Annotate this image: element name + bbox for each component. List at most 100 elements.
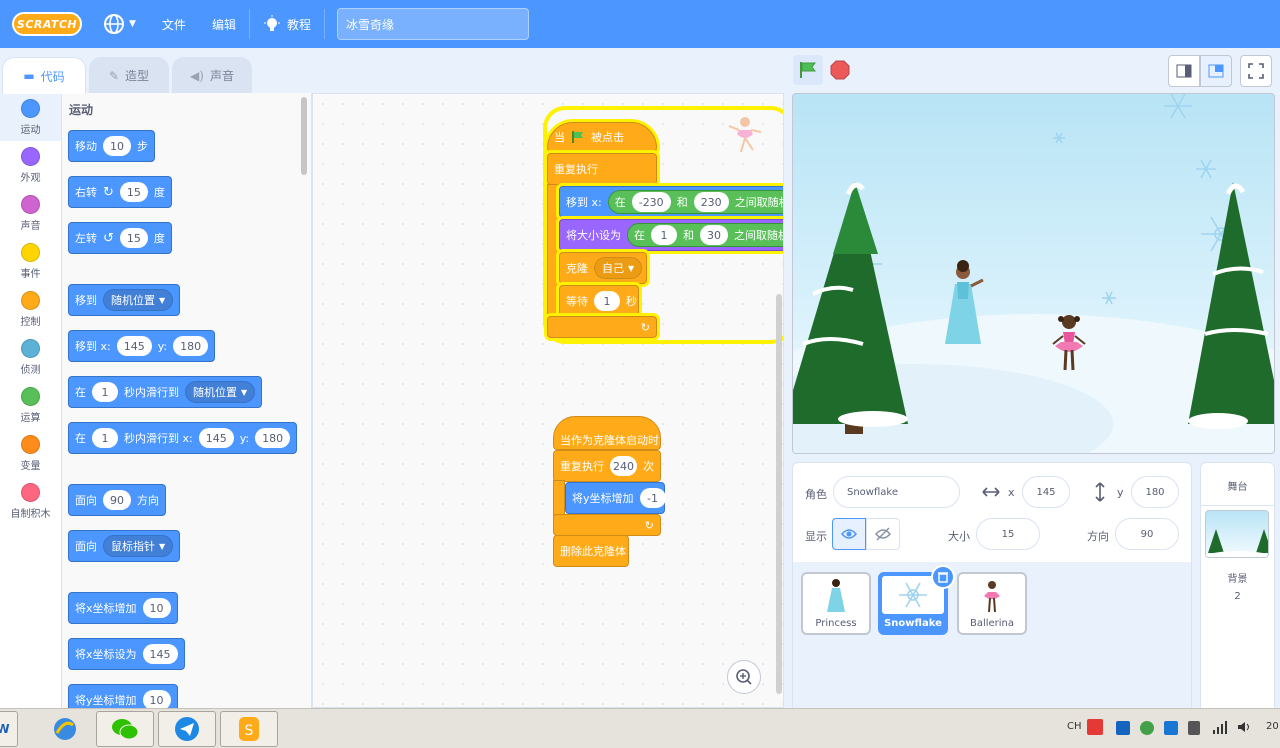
block-input[interactable]: -1 <box>639 488 666 508</box>
show-hidden-button[interactable] <box>866 518 900 550</box>
category-motion[interactable]: 运动 <box>0 93 61 141</box>
category-sound[interactable]: 声音 <box>0 189 61 237</box>
stop-button[interactable] <box>825 55 855 85</box>
category-events[interactable]: 事件 <box>0 237 61 285</box>
y-input[interactable]: 180 <box>1131 476 1179 508</box>
sprite-name-input[interactable]: Snowflake <box>833 476 960 508</box>
set-size-block[interactable]: 将大小设为 在 1 和 30 之间取随机数 <box>559 219 783 251</box>
block-turn-right[interactable]: 右转 ↻ 15 度 <box>68 176 172 208</box>
block-input[interactable]: 240 <box>610 456 637 476</box>
small-stage-button[interactable] <box>1168 55 1200 87</box>
wait-block[interactable]: 等待 1 秒 <box>559 285 639 317</box>
block-move-steps[interactable]: 移动 10 步 <box>68 130 155 162</box>
block-input[interactable]: 1 <box>92 382 118 402</box>
tray-app-icon[interactable] <box>1116 721 1130 735</box>
block-input[interactable]: 180 <box>255 428 291 448</box>
taskbar-app-wechat[interactable] <box>96 711 154 747</box>
forever-block[interactable]: 重复执行 <box>547 153 657 185</box>
usb-tray-icon[interactable] <box>1188 721 1200 735</box>
block-glide[interactable]: 在 1 秒内滑行到 随机位置 ▼ <box>68 376 263 408</box>
block-input[interactable]: 145 <box>198 428 234 448</box>
tab-sounds[interactable]: ◀) 声音 <box>172 57 252 93</box>
repeat-block[interactable]: 重复执行 240 次 <box>553 450 661 482</box>
block-goto[interactable]: 移到 随机位置 ▼ <box>68 284 181 316</box>
script-area-scrollbar[interactable] <box>776 294 782 694</box>
block-set-x[interactable]: 将x坐标设为 145 <box>68 638 185 670</box>
category-looks[interactable]: 外观 <box>0 141 61 189</box>
category-control[interactable]: 控制 <box>0 285 61 333</box>
delete-sprite-button[interactable] <box>931 565 955 589</box>
ime-indicator[interactable]: CH <box>1067 721 1082 732</box>
palette-scrollbar[interactable] <box>301 97 307 175</box>
glide-dropdown[interactable]: 随机位置 ▼ <box>185 381 256 403</box>
block-input[interactable]: 10 <box>142 690 171 708</box>
show-visible-button[interactable] <box>832 518 866 550</box>
taskbar-app-edge[interactable]: W <box>0 711 18 747</box>
network-icon[interactable] <box>1212 719 1228 738</box>
project-title-input[interactable]: 冰雪奇缘 <box>336 8 529 40</box>
random-operator[interactable]: 在 -230 和 230 之间取随机数 <box>607 190 783 214</box>
x-input[interactable]: 145 <box>1022 476 1070 508</box>
block-input[interactable]: 1 <box>651 225 677 245</box>
block-input[interactable]: 10 <box>103 136 131 156</box>
large-stage-button[interactable] <box>1200 55 1232 87</box>
random-operator[interactable]: 在 1 和 30 之间取随机数 <box>627 223 783 247</box>
taskbar-app-scratch[interactable]: S <box>220 711 278 747</box>
goto-xy-block[interactable]: 移到 x: 在 -230 和 230 之间取随机数 <box>559 186 783 218</box>
block-input[interactable]: 15 <box>119 182 148 202</box>
script-area[interactable]: 当 被点击 重复执行 移到 x: 在 -230 和 230 之间取随机数 将大小… <box>312 93 784 708</box>
block-input[interactable]: 10 <box>142 598 171 618</box>
block-input[interactable]: 90 <box>103 490 131 510</box>
block-change-x[interactable]: 将x坐标增加 10 <box>68 592 178 624</box>
block-input[interactable]: 30 <box>700 225 728 245</box>
category-variables[interactable]: 变量 <box>0 429 61 477</box>
when-start-as-clone-block[interactable]: 当作为克隆体启动时 <box>553 416 661 450</box>
wechat-tray-icon[interactable] <box>1140 721 1154 735</box>
block-point-towards[interactable]: 面向 鼠标指针 ▼ <box>68 530 181 562</box>
block-point-direction[interactable]: 面向 90 方向 <box>68 484 166 516</box>
goto-dropdown[interactable]: 随机位置 ▼ <box>103 289 174 311</box>
stage-canvas[interactable] <box>792 93 1275 454</box>
block-glide-xy[interactable]: 在 1 秒内滑行到 x: 145 y: 180 <box>68 422 298 454</box>
clock[interactable]: 20 <box>1266 721 1279 732</box>
tab-code[interactable]: ▬ 代码 <box>2 57 86 94</box>
size-input[interactable]: 15 <box>976 518 1040 550</box>
volume-icon[interactable] <box>1236 719 1252 738</box>
block-input[interactable]: -230 <box>631 192 671 212</box>
stage-selector[interactable]: 舞台 背景 2 <box>1200 462 1275 748</box>
tutorials-menu[interactable]: 教程 <box>250 0 324 48</box>
create-clone-block[interactable]: 克隆 自己 ▼ <box>559 252 647 284</box>
block-change-y[interactable]: 将y坐标增加 10 <box>68 684 178 708</box>
taskbar-app-browser[interactable] <box>36 711 94 747</box>
block-input[interactable]: 145 <box>142 644 178 664</box>
change-y-block[interactable]: 将y坐标增加 -1 <box>565 482 666 514</box>
fullscreen-button[interactable] <box>1240 55 1272 87</box>
block-input[interactable]: 1 <box>92 428 118 448</box>
taskbar-app-messenger[interactable] <box>158 711 216 747</box>
clone-dropdown[interactable]: 自己 ▼ <box>594 257 643 279</box>
category-operators[interactable]: 运算 <box>0 381 61 429</box>
scratch-logo[interactable]: SCRATCH <box>12 12 82 36</box>
block-goto-xy[interactable]: 移到 x: 145 y: 180 <box>68 330 216 362</box>
category-sensing[interactable]: 侦测 <box>0 333 61 381</box>
sprite-tile-princess[interactable]: Princess <box>801 572 871 635</box>
delete-clone-block[interactable]: 删除此克隆体 <box>553 535 629 567</box>
language-menu[interactable]: ▼ <box>90 0 149 48</box>
towards-dropdown[interactable]: 鼠标指针 ▼ <box>103 535 174 557</box>
file-menu[interactable]: 文件 <box>149 0 199 48</box>
block-input[interactable]: 145 <box>116 336 152 356</box>
zoom-in-button[interactable] <box>727 660 761 694</box>
sogou-icon[interactable] <box>1087 719 1103 735</box>
category-my-blocks[interactable]: 自制积木 <box>0 477 61 525</box>
edit-menu[interactable]: 编辑 <box>199 0 249 48</box>
when-flag-clicked-block[interactable]: 当 被点击 <box>547 122 657 152</box>
block-input[interactable]: 1 <box>594 291 620 311</box>
green-flag-button[interactable] <box>793 55 823 85</box>
direction-input[interactable]: 90 <box>1115 518 1179 550</box>
block-input[interactable]: 180 <box>173 336 209 356</box>
block-turn-left[interactable]: 左转 ↺ 15 度 <box>68 222 172 254</box>
block-input[interactable]: 230 <box>693 192 729 212</box>
sprite-tile-ballerina[interactable]: Ballerina <box>957 572 1027 635</box>
security-tray-icon[interactable] <box>1164 721 1178 735</box>
tab-costumes[interactable]: ✎ 造型 <box>89 57 169 93</box>
